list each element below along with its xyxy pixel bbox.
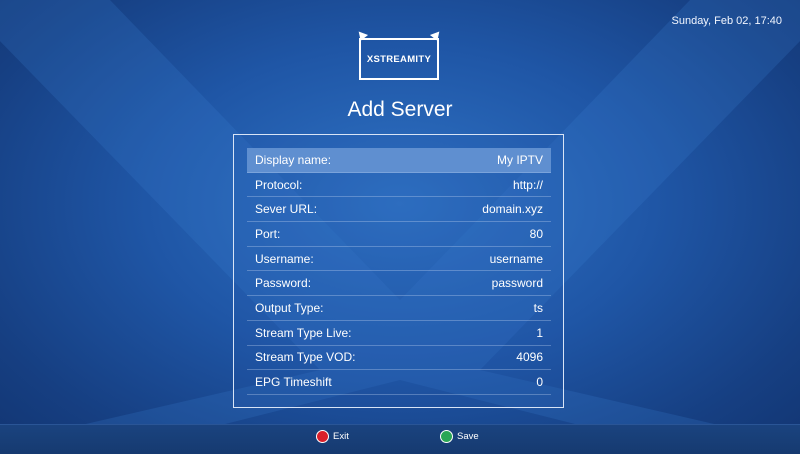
bottom-bar [0, 424, 800, 454]
exit-label: Exit [333, 431, 349, 442]
form-label: Password: [255, 276, 312, 291]
form-label: Protocol: [255, 177, 303, 192]
app-logo: XSTREAMITY [355, 31, 443, 80]
form-label: Sever URL: [255, 202, 318, 217]
clock: Sunday, Feb 02, 17:40 [671, 15, 783, 27]
exit-button[interactable]: Exit [316, 430, 349, 443]
form-value: 80 [529, 226, 543, 241]
form-label: Display name: [255, 152, 332, 167]
form-value: username [489, 251, 543, 266]
form-row-epg-timeshift[interactable]: EPG Timeshift 0 [247, 370, 551, 395]
form-row-username[interactable]: Username: username [247, 247, 551, 272]
form-row-stream-type-live[interactable]: Stream Type Live: 1 [247, 321, 551, 346]
form-value: http:// [512, 177, 543, 192]
form-value: 4096 [516, 350, 543, 365]
server-form-panel: Display name: My IPTV Protocol: http:// … [233, 134, 564, 408]
form-value: 0 [536, 375, 543, 390]
form-value: password [491, 276, 543, 291]
form-row-protocol[interactable]: Protocol: http:// [247, 173, 551, 198]
form-row-port[interactable]: Port: 80 [247, 222, 551, 247]
form-label: Output Type: [255, 300, 324, 315]
server-form-list: Display name: My IPTV Protocol: http:// … [247, 148, 551, 395]
form-value: 1 [536, 325, 543, 340]
logo-text: XSTREAMITY [366, 53, 432, 65]
form-label: Stream Type Live: [255, 325, 352, 340]
form-value: domain.xyz [482, 202, 543, 217]
save-button[interactable]: Save [440, 430, 479, 443]
save-label: Save [457, 431, 479, 442]
form-label: Stream Type VOD: [255, 350, 356, 365]
form-row-output-type[interactable]: Output Type: ts [247, 296, 551, 321]
form-row-server-url[interactable]: Sever URL: domain.xyz [247, 197, 551, 223]
form-value: ts [533, 300, 543, 315]
form-label: Username: [255, 251, 314, 266]
form-row-display-name[interactable]: Display name: My IPTV [247, 148, 551, 173]
form-row-password[interactable]: Password: password [247, 271, 551, 297]
form-row-stream-type-vod[interactable]: Stream Type VOD: 4096 [247, 346, 551, 371]
red-circle-icon [316, 430, 329, 443]
form-label: Port: [255, 226, 281, 241]
green-circle-icon [440, 430, 453, 443]
page-title: Add Server [347, 98, 453, 121]
form-label: EPG Timeshift [255, 375, 332, 390]
form-value: My IPTV [496, 152, 543, 167]
